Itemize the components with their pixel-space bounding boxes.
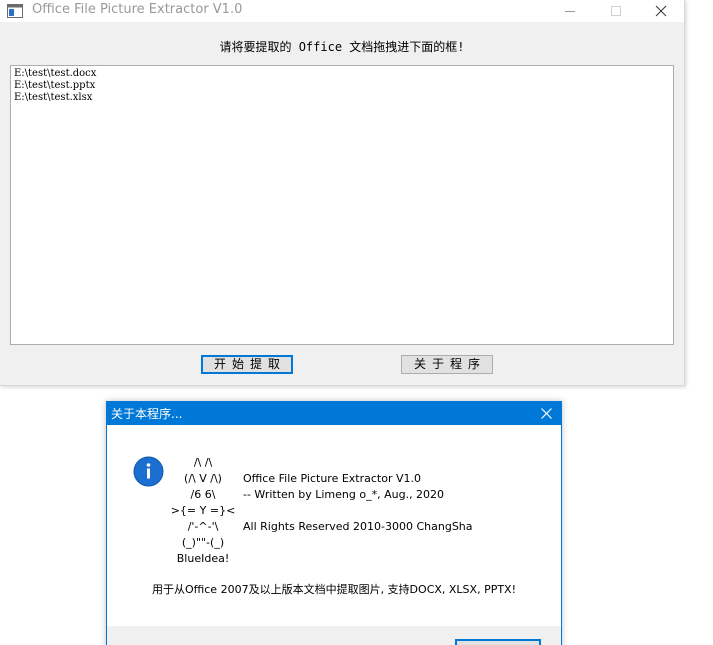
title-bar[interactable]: Office File Picture Extractor V1.0 <box>0 0 684 22</box>
maximize-button[interactable] <box>593 0 639 22</box>
ascii-art-line: /6 6\ <box>190 488 216 501</box>
ascii-art-line: /\ /\ <box>193 456 213 469</box>
description-text: 用于从Office 2007及以上版本文档中提取图片, 支持DOCX, XLSX… <box>151 583 517 596</box>
ascii-art-line: (/\ V /\) <box>184 472 222 485</box>
main-window: Office File Picture Extractor V1.0 请将要提取… <box>0 0 685 386</box>
file-list-item[interactable]: E:\test\test.docx <box>14 68 96 80</box>
ascii-art-line: >{= Y =}< <box>170 504 236 517</box>
close-icon <box>541 408 552 419</box>
drop-prompt-label: 请将要提取的 Office 文档拖拽进下面的框! <box>219 40 465 54</box>
file-list-item[interactable]: E:\test\test.pptx <box>14 80 95 92</box>
file-list-item[interactable]: E:\test\test.xlsx <box>14 92 92 104</box>
close-button[interactable] <box>638 0 684 22</box>
rights-text: All Rights Reserved 2010-3000 ChangSha <box>243 520 473 533</box>
ascii-art-line: BlueIdea! <box>176 552 230 565</box>
app-window-icon <box>7 3 23 18</box>
author-text: -- Written by Limeng o_*, Aug., 2020 <box>243 488 445 501</box>
ok-button[interactable] <box>455 639 541 645</box>
info-icon <box>133 456 164 487</box>
ascii-art-line: (_)""-(_) <box>181 536 225 549</box>
start-extract-button[interactable]: 开始提取 <box>201 355 293 374</box>
app-name-text: Office File Picture Extractor V1.0 <box>243 472 421 485</box>
dialog-close-button[interactable] <box>533 402 561 425</box>
minimize-button[interactable] <box>547 0 593 22</box>
about-program-button[interactable]: 关于程序 <box>401 355 493 374</box>
dialog-title: 关于本程序... <box>111 407 183 421</box>
maximize-icon <box>611 6 621 16</box>
file-drop-box[interactable]: E:\test\test.docx E:\test\test.pptx E:\t… <box>10 65 674 345</box>
close-icon <box>655 5 667 17</box>
minimize-icon <box>565 11 575 12</box>
dialog-title-bar[interactable]: 关于本程序... <box>107 402 561 425</box>
about-dialog: 关于本程序... /\ /\ (/\ V /\) /6 6\ >{= Y =}<… <box>106 401 562 645</box>
ascii-art-line: /'-^-'\ <box>187 520 219 533</box>
window-title: Office File Picture Extractor V1.0 <box>32 2 243 17</box>
dialog-footer <box>107 626 561 645</box>
